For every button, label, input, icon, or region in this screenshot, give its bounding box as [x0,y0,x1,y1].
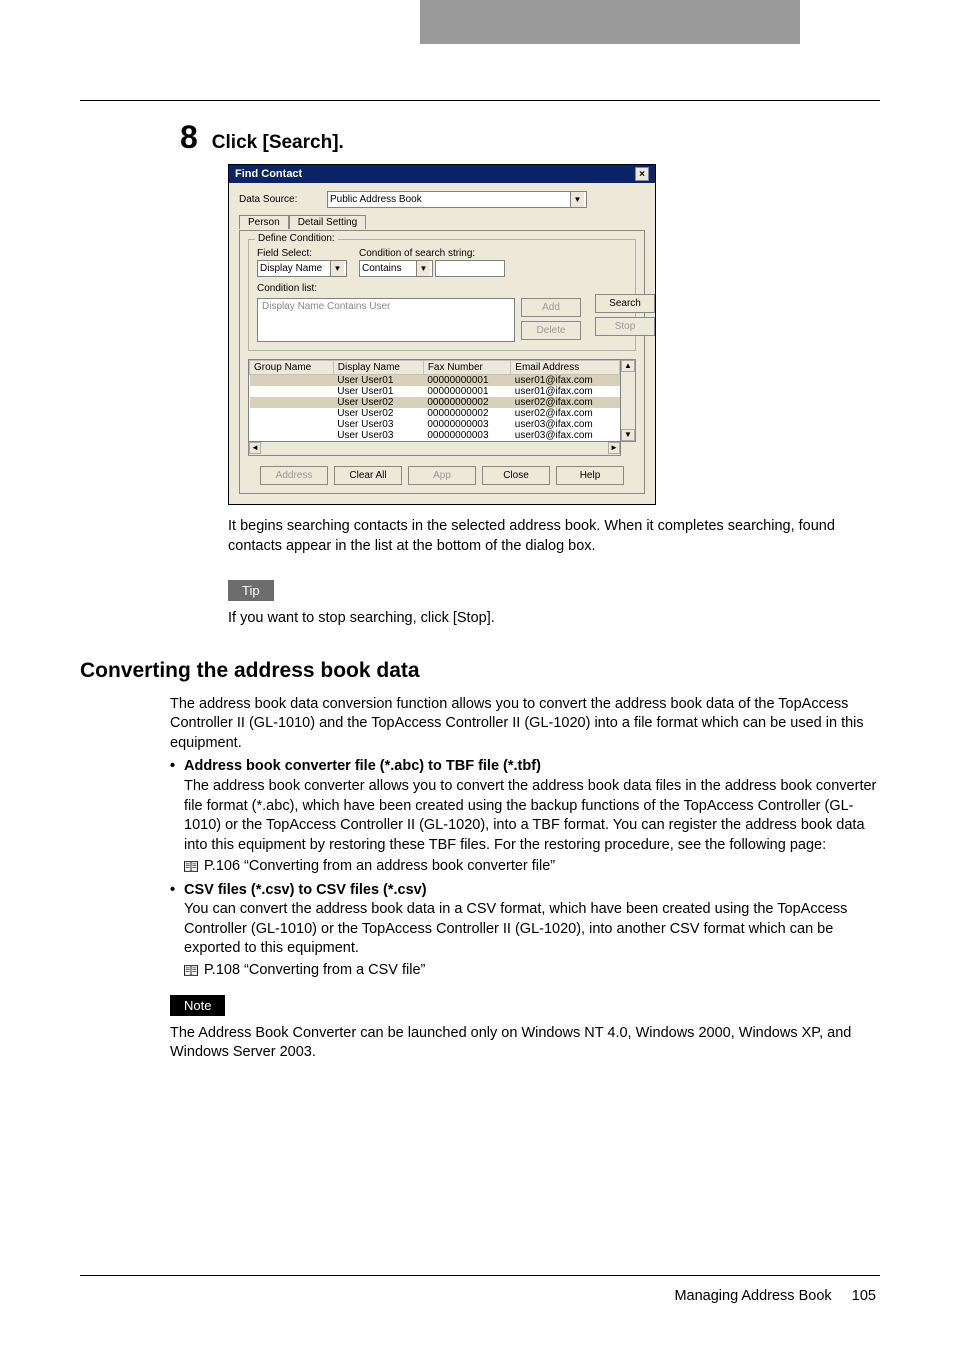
chevron-down-icon: ▼ [570,192,584,207]
clear-all-button[interactable]: Clear All [334,466,402,485]
dialog-body: Data Source: Public Address Book ▼ Perso… [229,183,655,504]
fieldset-label: Define Condition: [255,233,338,244]
data-source-select[interactable]: Public Address Book ▼ [327,191,587,208]
book-icon [184,861,198,872]
scroll-down-icon[interactable]: ▼ [621,429,635,441]
delete-button[interactable]: Delete [521,321,581,340]
step-heading: 8 Click [Search]. [180,119,880,156]
table-row[interactable]: User User0200000000002user02@ifax.com [250,408,620,419]
results-area: Group Name Display Name Fax Number Email… [248,359,636,442]
condition-value: Contains [362,263,401,274]
page-footer: Managing Address Book 105 [674,1288,876,1304]
vertical-scrollbar[interactable]: ▲ ▼ [621,359,636,442]
bullet-dot: • [170,881,184,981]
tab-panel: Define Condition: Field Select: Display … [239,230,645,494]
reference-text: P.106 “Converting from an address book c… [204,857,555,877]
section-body: The address book data conversion functio… [170,695,880,981]
footer-page: 105 [852,1288,876,1304]
condition-listbox[interactable]: Display Name Contains User [257,298,515,342]
condition-list-item: Display Name Contains User [262,301,390,312]
dialog-screenshot: Find Contact × Data Source: Public Addre… [228,164,880,505]
footer-rule [80,1275,880,1276]
tab-strip: Person Detail Setting [239,214,645,228]
close-icon[interactable]: × [635,167,649,181]
stop-button[interactable]: Stop [595,317,655,336]
list-item: • CSV files (*.csv) to CSV files (*.csv)… [170,881,880,981]
header-gray-block [420,0,800,44]
dialog-bottom-buttons: Address Clear All App Close Help [248,466,636,485]
col-fax[interactable]: Fax Number [423,361,510,375]
table-row[interactable]: User User0100000000001user01@ifax.com [250,386,620,397]
horizontal-scrollbar[interactable]: ◄ ► [248,442,621,456]
search-string-input[interactable] [435,260,505,277]
define-condition-fieldset: Define Condition: Field Select: Display … [248,239,636,351]
data-source-value: Public Address Book [330,194,422,205]
condition-list-label: Condition list: [257,283,317,294]
list-item: • Address book converter file (*.abc) to… [170,757,880,876]
add-button[interactable]: Add [521,298,581,317]
search-button[interactable]: Search [595,294,655,313]
scroll-right-icon[interactable]: ► [608,442,620,454]
tip-badge: Tip [228,580,274,601]
bullet-title: Address book converter file (*.abc) to T… [184,757,880,777]
reference-text: P.108 “Converting from a CSV file” [204,961,425,981]
tip-text: If you want to stop searching, click [St… [228,609,880,629]
address-button[interactable]: Address [260,466,328,485]
reference-link[interactable]: P.108 “Converting from a CSV file” [184,961,880,981]
col-group[interactable]: Group Name [250,361,334,375]
condition-select[interactable]: Contains ▼ [359,260,433,277]
table-row[interactable]: User User0300000000003user03@ifax.com [250,419,620,430]
chevron-down-icon: ▼ [330,261,344,276]
results-table[interactable]: Group Name Display Name Fax Number Email… [248,359,621,442]
field-select[interactable]: Display Name ▼ [257,260,347,277]
after-screenshot-text: It begins searching contacts in the sele… [228,517,880,556]
footer-section: Managing Address Book [674,1288,831,1304]
bullet-dot: • [170,757,184,876]
col-email[interactable]: Email Address [511,361,620,375]
data-source-label: Data Source: [239,194,317,205]
tab-person[interactable]: Person [239,215,289,229]
dialog-title-text: Find Contact [235,168,302,180]
reference-link[interactable]: P.106 “Converting from an address book c… [184,857,880,877]
tab-detail-setting[interactable]: Detail Setting [289,215,366,229]
bullet-body: You can convert the address book data in… [184,900,880,959]
condition-label: Condition of search string: [359,248,505,259]
book-icon [184,965,198,976]
table-row[interactable]: User User0100000000001user01@ifax.com [250,375,620,387]
top-rule [80,100,880,101]
scroll-up-icon[interactable]: ▲ [621,360,635,372]
step-number: 8 [180,119,198,156]
find-contact-dialog: Find Contact × Data Source: Public Addre… [228,164,656,505]
help-button[interactable]: Help [556,466,624,485]
app-button[interactable]: App [408,466,476,485]
table-row[interactable]: User User0200000000002user02@ifax.com [250,397,620,408]
section-intro: The address book data conversion functio… [170,695,880,754]
table-row[interactable]: User User0300000000003user03@ifax.com [250,430,620,441]
bullet-title: CSV files (*.csv) to CSV files (*.csv) [184,881,880,901]
field-select-label: Field Select: [257,248,347,259]
note-badge: Note [170,995,225,1016]
step-title: Click [Search]. [212,132,344,154]
section-heading: Converting the address book data [80,659,880,683]
chevron-down-icon: ▼ [416,261,430,276]
field-select-value: Display Name [260,263,322,274]
close-button[interactable]: Close [482,466,550,485]
dialog-titlebar: Find Contact × [229,165,655,183]
col-display[interactable]: Display Name [333,361,423,375]
note-text: The Address Book Converter can be launch… [170,1024,880,1063]
scroll-left-icon[interactable]: ◄ [249,442,261,454]
bullet-body: The address book converter allows you to… [184,777,880,855]
page-content: 8 Click [Search]. Find Contact × Data So… [80,100,880,1063]
